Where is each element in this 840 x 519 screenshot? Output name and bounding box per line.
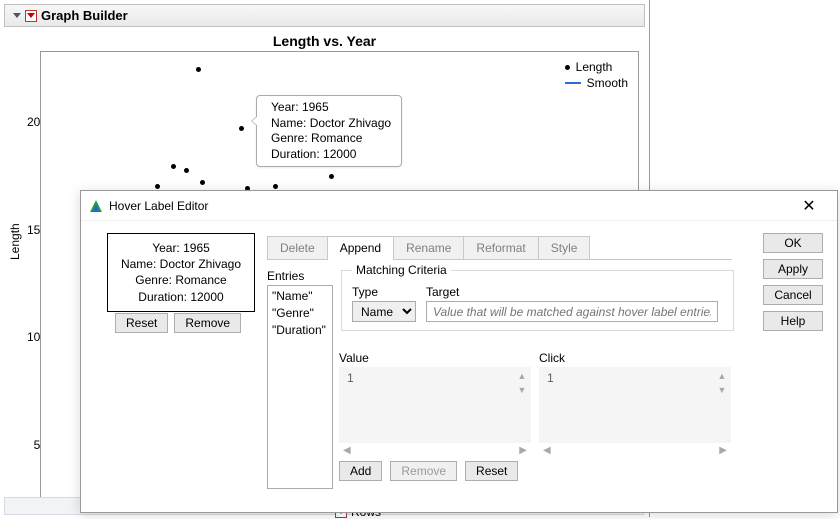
data-point[interactable] [273,184,278,189]
dialog-title: Hover Label Editor [109,199,789,213]
data-point[interactable] [200,180,205,185]
reset-entry-button[interactable]: Reset [465,461,518,481]
preview-line: Name: Doctor Zhivago [116,256,246,272]
tooltip-name-value: Doctor Zhivago [310,116,391,130]
value-number: 1 [347,371,354,385]
chevron-down-icon[interactable]: ▼ [515,383,529,397]
matching-criteria-group: Matching Criteria Type Name Target [341,263,734,331]
preview-line: Year: 1965 [116,240,246,256]
chevron-left-icon[interactable]: ◀ [343,445,351,459]
data-point[interactable] [239,126,244,131]
remove-button[interactable]: Remove [174,313,241,333]
legend: Length Smooth [565,60,628,92]
panel-menu-icon[interactable] [25,10,37,22]
matching-legend: Matching Criteria [352,263,451,277]
click-label: Click [539,351,731,365]
tab-delete[interactable]: Delete [267,236,328,259]
value-label: Value [339,351,531,365]
data-point[interactable] [184,168,189,173]
graph-title: Length vs. Year [0,33,649,49]
chevron-right-icon[interactable]: ▶ [519,445,527,459]
hover-label-editor-dialog: Hover Label Editor ✕ Year: 1965 Name: Do… [80,190,838,513]
cancel-button[interactable]: Cancel [763,285,823,305]
target-input[interactable] [426,301,718,322]
list-item[interactable]: "Genre" [272,305,328,322]
type-select[interactable]: Name [352,301,416,322]
type-label: Type [352,285,416,299]
target-label: Target [426,285,718,299]
entries-listbox[interactable]: "Name" "Genre" "Duration" [267,285,333,489]
click-textarea[interactable]: 1 ▲▼ ◀▶ [539,367,731,443]
remove-entry-button: Remove [390,461,457,481]
preview-line: Genre: Romance [116,272,246,288]
entries-label: Entries [267,269,304,283]
ok-button[interactable]: OK [763,233,823,253]
value-textarea[interactable]: 1 ▲▼ ◀▶ [339,367,531,443]
click-spinner[interactable]: ▲▼ [715,369,729,397]
dialog-body: Year: 1965 Name: Doctor Zhivago Genre: R… [81,221,837,512]
help-button[interactable]: Help [763,311,823,331]
list-item[interactable]: "Duration" [272,322,328,339]
data-point[interactable] [171,164,176,169]
chevron-down-icon[interactable]: ▼ [715,383,729,397]
tab-reformat[interactable]: Reformat [463,236,538,259]
tooltip-name-label: Name: [271,116,306,130]
disclosure-triangle-icon[interactable] [13,13,21,18]
chevron-right-icon[interactable]: ▶ [719,445,727,459]
chevron-up-icon[interactable]: ▲ [515,369,529,383]
data-point[interactable] [155,184,160,189]
tab-style[interactable]: Style [538,236,591,259]
tooltip-genre-value: Romance [311,131,362,145]
tab-append[interactable]: Append [327,236,394,259]
data-point[interactable] [196,67,201,72]
tab-rename[interactable]: Rename [393,236,464,259]
app-icon [89,199,103,213]
panel-title: Graph Builder [41,8,128,23]
tooltip-year-value: 1965 [302,100,329,114]
legend-line-icon [565,82,581,84]
hover-tooltip: Year: 1965 Name: Doctor Zhivago Genre: R… [256,95,402,167]
tooltip-duration-value: 12000 [323,147,356,161]
editor-tabs: Delete Append Rename Reformat Style [267,236,732,260]
reset-button[interactable]: Reset [115,313,168,333]
label-preview: Year: 1965 Name: Doctor Zhivago Genre: R… [107,233,255,312]
preview-line: Duration: 12000 [116,289,246,305]
chevron-up-icon[interactable]: ▲ [715,369,729,383]
value-hscroll[interactable]: ◀▶ [339,445,531,459]
click-hscroll[interactable]: ◀▶ [539,445,731,459]
panel-header[interactable]: Graph Builder [4,4,645,27]
apply-button[interactable]: Apply [763,259,823,279]
tooltip-year-label: Year: [271,100,299,114]
dialog-titlebar[interactable]: Hover Label Editor ✕ [81,191,837,221]
tooltip-genre-label: Genre: [271,131,308,145]
click-number: 1 [547,371,554,385]
tooltip-duration-label: Duration: [271,147,320,161]
list-item[interactable]: "Name" [272,288,328,305]
legend-label-length: Length [576,60,613,74]
value-spinner[interactable]: ▲▼ [515,369,529,397]
close-icon[interactable]: ✕ [789,196,829,216]
legend-dot-icon [565,65,570,70]
chevron-left-icon[interactable]: ◀ [543,445,551,459]
data-point[interactable] [329,174,334,179]
add-button[interactable]: Add [339,461,382,481]
legend-label-smooth: Smooth [587,76,628,90]
